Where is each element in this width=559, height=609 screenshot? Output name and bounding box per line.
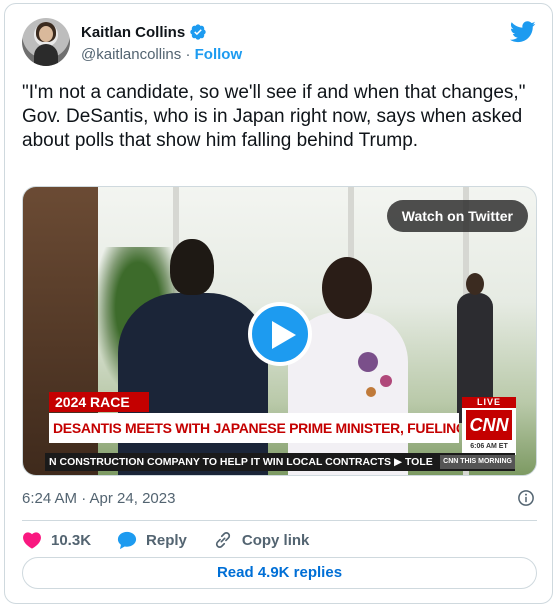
- avatar[interactable]: [22, 18, 70, 66]
- separator: ·: [185, 46, 191, 63]
- reply-button[interactable]: Reply: [117, 531, 187, 550]
- info-icon[interactable]: [517, 489, 535, 507]
- like-button[interactable]: 10.3K: [22, 531, 91, 549]
- author-name[interactable]: Kaitlan Collins: [81, 24, 185, 41]
- play-button[interactable]: [248, 302, 312, 366]
- reply-label: Reply: [146, 531, 187, 549]
- chyron-headline: DESANTIS MEETS WITH JAPANESE PRIME MINIS…: [49, 413, 459, 443]
- like-count: 10.3K: [51, 531, 92, 549]
- tweet-card: Kaitlan Collins @kaitlancollins · Follow…: [4, 3, 553, 604]
- tweet-text: "I'm not a candidate, so we'll see if an…: [22, 82, 526, 151]
- follow-button[interactable]: Follow: [195, 46, 243, 63]
- ticker-text: N CONSTRUCTION COMPANY TO HELP IT WIN LO…: [49, 456, 433, 468]
- verified-badge-icon: [190, 24, 206, 40]
- link-icon: [215, 532, 230, 548]
- copy-link-label: Copy link: [241, 531, 310, 549]
- read-replies-button[interactable]: Read 4.9K replies: [22, 557, 537, 589]
- copy-link-button[interactable]: Copy link: [213, 530, 310, 550]
- network-bug: LIVE CNN 6:06 AM ET: [462, 397, 516, 455]
- show-tag: CNN THIS MORNING: [440, 455, 515, 469]
- heart-icon: [23, 532, 41, 549]
- tweet-timestamp[interactable]: 6:24 AM · Apr 24, 2023: [22, 490, 175, 507]
- play-icon: [272, 321, 296, 349]
- news-ticker: N CONSTRUCTION COMPANY TO HELP IT WIN LO…: [45, 453, 515, 471]
- divider: [22, 520, 537, 521]
- twitter-bird-icon[interactable]: [510, 21, 536, 43]
- author-name-row: Kaitlan Collins: [81, 23, 207, 41]
- handle-row: @kaitlancollins · Follow: [81, 46, 242, 63]
- live-label: LIVE: [462, 397, 516, 408]
- reply-bubble-icon: [117, 531, 137, 549]
- author-handle[interactable]: @kaitlancollins: [81, 46, 181, 63]
- watch-on-twitter-button[interactable]: Watch on Twitter: [386, 200, 528, 232]
- video-figure-woman: [288, 257, 408, 475]
- video-player[interactable]: Watch on Twitter 2024 RACE DESANTIS MEET…: [22, 186, 537, 476]
- cnn-logo: CNN: [466, 410, 512, 440]
- action-bar: 10.3K Reply Copy link: [22, 529, 335, 551]
- chyron-time: 6:06 AM ET: [470, 443, 508, 450]
- chyron-race-label: 2024 RACE: [49, 392, 149, 412]
